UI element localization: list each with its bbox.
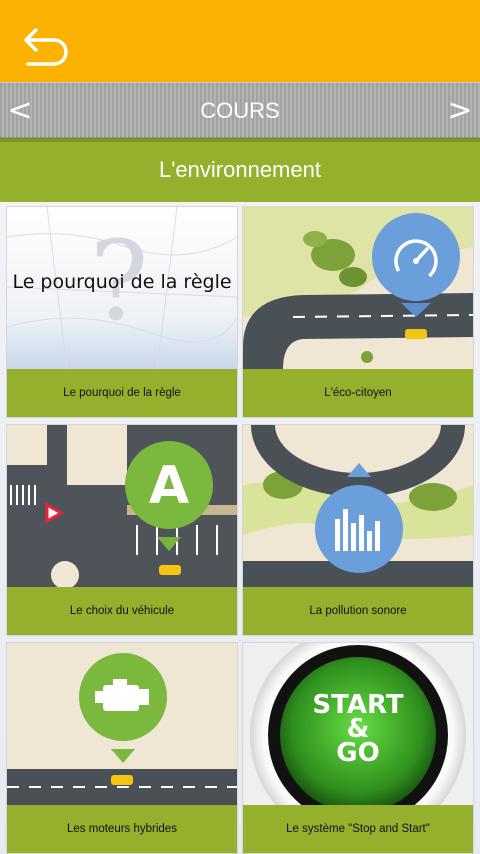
tile-choix-vehicule[interactable]: A Le choix du véhicule [6, 424, 238, 636]
tile-label: Le système "Stop and Start" [243, 805, 473, 853]
sound-level-icon [315, 463, 403, 573]
tile-image: START & GO [243, 643, 473, 805]
back-arrow-icon [24, 28, 68, 66]
back-button[interactable] [18, 20, 74, 68]
speedometer-icon [372, 213, 460, 317]
tile-image-text: Le pourquoi de la règle [12, 271, 232, 293]
tile-label: Le pourquoi de la règle [7, 369, 237, 417]
app-header [0, 0, 480, 82]
energy-grade-text: A [149, 456, 189, 516]
tile-label: Le choix du véhicule [7, 587, 237, 635]
tile-image [7, 643, 237, 805]
tile-image: ? Le pourquoi de la règle [7, 207, 237, 369]
go-word: GO [336, 738, 380, 768]
nav-title: COURS [200, 98, 280, 123]
tile-moteurs-hybrides[interactable]: Les moteurs hybrides [6, 642, 238, 854]
tile-eco-citoyen[interactable]: L'éco-citoyen [242, 206, 474, 418]
next-button[interactable]: > [440, 89, 480, 133]
previous-button[interactable]: < [0, 89, 40, 133]
tile-label: La pollution sonore [243, 587, 473, 635]
tile-pourquoi[interactable]: ? Le pourquoi de la règle Le pourquoi de… [6, 206, 238, 418]
start-go-text: START & GO [298, 692, 418, 768]
tile-image [243, 425, 473, 587]
tile-image [243, 207, 473, 369]
section-header: L'environnement [0, 138, 480, 202]
engine-icon [79, 653, 167, 763]
tile-image: A [7, 425, 237, 587]
tile-stop-and-start[interactable]: START & GO Le système "Stop and Start" [242, 642, 474, 854]
tile-pollution-sonore[interactable]: La pollution sonore [242, 424, 474, 636]
energy-label-a-icon: A [125, 441, 213, 551]
section-title: L'environnement [159, 157, 321, 182]
course-nav-bar: < COURS > [0, 82, 480, 138]
tile-label: Les moteurs hybrides [7, 805, 237, 853]
tile-label: L'éco-citoyen [243, 369, 473, 417]
